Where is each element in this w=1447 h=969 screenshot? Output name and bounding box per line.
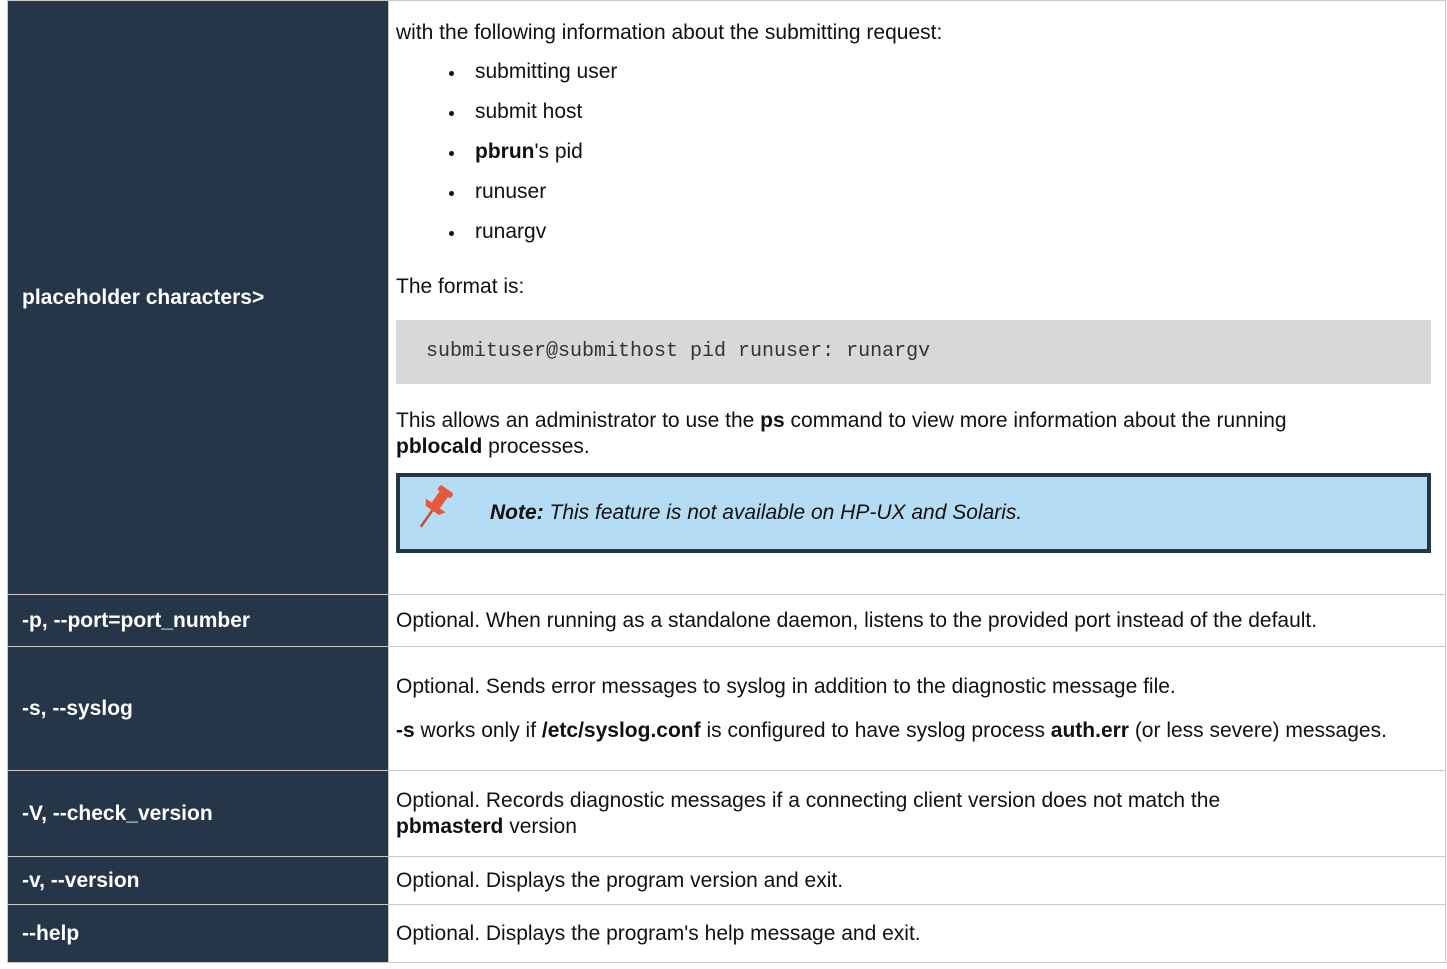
option-name: placeholder characters> (7, 0, 389, 595)
check-version-text: Optional. Records diagnostic messages if… (396, 788, 1221, 812)
note-text: Note: This feature is not available on H… (490, 500, 1022, 526)
option-name: -v, --version (7, 856, 389, 905)
intro-text: with the following information about the… (396, 21, 943, 44)
s-flag-term: -s (396, 718, 415, 742)
note-callout: Note: This feature is not available on H… (396, 473, 1431, 553)
pblocald-term: pblocald (396, 435, 483, 458)
list-item: pbrun's pid (396, 140, 1431, 180)
option-description: Optional. Displays the program version a… (388, 856, 1446, 905)
option-name: --help (7, 904, 389, 963)
option-name: -V, --check_version (7, 770, 389, 857)
option-description: with the following information about the… (388, 0, 1446, 595)
options-table: placeholder characters> with the followi… (7, 0, 1446, 963)
option-name: -p, --port=port_number (7, 594, 389, 647)
table-row: -v, --version Optional. Displays the pro… (7, 856, 1446, 905)
allows-text-part: This allows an administrator to use the (396, 409, 761, 432)
code-block: submituser@submithost pid runuser: runar… (396, 320, 1431, 384)
pid-text: 's pid (534, 140, 583, 163)
option-description: Optional. When running as a standalone d… (388, 594, 1446, 647)
pbmasterd-term: pbmasterd (396, 814, 504, 838)
option-description: Optional. Displays the program's help me… (388, 904, 1446, 963)
format-label: The format is: (396, 275, 525, 298)
syslog-desc: Optional. Sends error messages to syslog… (396, 674, 1176, 698)
check-version-text: version (503, 814, 577, 838)
option-name: -s, --syslog (7, 646, 389, 771)
note-body: This feature is not available on HP-UX a… (543, 501, 1023, 524)
info-list: submitting user submit host pbrun's pid … (396, 60, 1431, 260)
allows-text-part: processes. (482, 435, 590, 458)
note-label: Note: (490, 501, 544, 524)
table-row: -V, --check_version Optional. Records di… (7, 770, 1446, 857)
table-row: --help Optional. Displays the program's … (7, 904, 1446, 963)
ps-term: ps (760, 409, 785, 432)
table-row: placeholder characters> with the followi… (7, 0, 1446, 595)
list-item: submit host (396, 100, 1431, 140)
syslog-detail-part: works only if (414, 718, 542, 742)
auth-err-term: auth.err (1050, 718, 1129, 742)
option-description: Optional. Sends error messages to syslog… (388, 646, 1446, 771)
list-item: runuser (396, 180, 1431, 220)
allows-text: This allows an administrator to use the … (396, 408, 1431, 460)
syslog-detail: -s works only if /etc/syslog.conf is con… (396, 718, 1431, 744)
list-item: submitting user (396, 60, 1431, 100)
syslog-detail-part: is configured to have syslog process (700, 718, 1051, 742)
pbrun-term: pbrun (475, 140, 535, 163)
list-item: runargv (396, 220, 1431, 260)
table-row: -p, --port=port_number Optional. When ru… (7, 594, 1446, 647)
option-description: Optional. Records diagnostic messages if… (388, 770, 1446, 857)
syslog-conf-term: /etc/syslog.conf (541, 718, 701, 742)
pushpin-icon (419, 485, 453, 528)
table-row: -s, --syslog Optional. Sends error messa… (7, 646, 1446, 771)
allows-text-part: command to view more information about t… (784, 409, 1287, 432)
syslog-detail-part: (or less severe) messages. (1128, 718, 1387, 742)
